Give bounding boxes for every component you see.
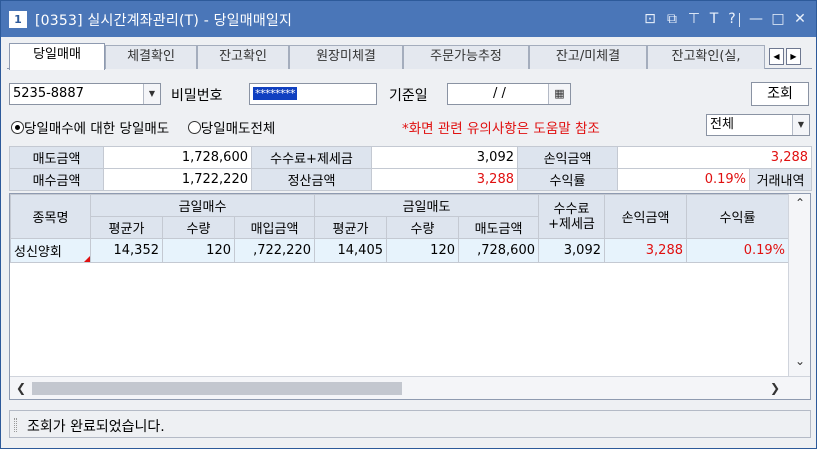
status-bar: 조회가 완료되었습니다. [9,410,811,438]
pnl-label: 손익금액 [517,146,618,169]
tab-balance-real[interactable]: 잔고확인(실, [647,45,765,69]
tab-balance-unfilled[interactable]: 잔고/미체결 [529,45,647,69]
window-number[interactable]: 1 [9,11,27,28]
cell-pnl: 3,288 [604,238,687,263]
return-value: 0.19% [617,168,750,191]
buy-amount-value: 1,722,220 [103,168,252,191]
header-buy-avg[interactable]: 평균가 [90,216,163,239]
tab-execution[interactable]: 체결확인 [105,45,197,69]
minimize-icon[interactable]: — [747,10,765,28]
chevron-down-icon[interactable]: ▼ [792,115,809,135]
header-buy-group: 금일매수 [90,194,315,217]
status-message: 조회가 완료되었습니다. [27,419,165,435]
settle-value: 3,288 [371,168,518,191]
header-sell-amount[interactable]: 매도금액 [458,216,539,239]
account-select[interactable]: 5235-8887 ▼ [9,83,161,105]
restore-icon[interactable]: ⊡ [641,10,659,28]
copy-icon[interactable]: ⧉ [663,10,681,28]
stock-name: 성신양회 [14,245,62,260]
summary-table: 매도금액 1,728,600 수수료+제세금 3,092 손익금액 3,288 … [9,146,813,191]
font-icon[interactable]: T [705,10,723,28]
search-button[interactable]: 조회 [751,82,809,106]
password-input[interactable]: ******** [249,83,377,105]
tab-order-estimate[interactable]: 주문가능추정 [403,45,529,69]
cell-buy-avg: 14,352 [90,238,163,263]
header-sell-avg[interactable]: 평균가 [314,216,387,239]
buy-amount-label: 매수금액 [9,168,104,191]
option-row: 당일매수에 대한 당일매도 당일매도전체 [11,117,275,137]
window: 1 [0353] 실시간계좌관리(T) - 당일매매일지 ⊡ ⧉ ⊤ T ? —… [0,0,817,449]
horizontal-scrollbar[interactable]: ❮ ❯ [10,376,810,399]
header-fee[interactable]: 수수료 +제세금 [538,194,605,239]
pnl-value: 3,288 [616,146,813,169]
close-icon[interactable]: ✕ [791,10,809,28]
tab-balance[interactable]: 잔고확인 [197,45,289,69]
trade-table: 종목명 금일매수 금일매도 수수료 +제세금 손익금액 수익률 평균가 수량 매… [10,194,789,263]
fee-tax-value: 3,092 [371,146,518,169]
fee-tax-label: 수수료+제세금 [251,146,372,169]
grip-icon[interactable] [14,418,17,432]
vertical-scrollbar[interactable]: ⌃ ⌄ [788,194,810,376]
tab-prev-icon[interactable]: ◀ [769,48,784,65]
cell-buy-amount: ,722,220 [234,238,315,263]
date-input[interactable]: / / ▦ [447,83,571,105]
header-pnl[interactable]: 손익금액 [604,194,687,239]
header-sell-qty[interactable]: 수량 [386,216,459,239]
account-number: 5235-8887 [13,86,84,101]
horizontal-scroll-thumb[interactable] [32,382,402,395]
radio-all-sell[interactable] [187,121,201,134]
radio-all-sell-label[interactable]: 당일매도전체 [201,121,276,137]
return-label: 수익률 [517,168,618,191]
sell-amount-value: 1,728,600 [103,146,252,169]
password-label: 비밀번호 [171,88,223,104]
warning-text: *화면 관련 유의사항은 도움말 참조 [402,121,600,137]
sell-amount-label: 매도금액 [9,146,104,169]
title-separator [739,13,740,27]
header-return[interactable]: 수익률 [686,194,789,239]
filter-value: 전체 [710,117,734,132]
title-bar[interactable]: 1 [0353] 실시간계좌관리(T) - 당일매매일지 ⊡ ⧉ ⊤ T ? —… [1,1,816,37]
table-row[interactable]: 성신양회 14,352 120 ,722,220 14,405 120 ,728… [10,238,789,263]
tab-bar: 당일매매 체결확인 잔고확인 원장미체결 주문가능추정 잔고/미체결 잔고확인(… [7,43,812,70]
corner-marker [84,256,90,262]
cell-sell-amount: ,728,600 [458,238,539,263]
chevron-down-icon[interactable]: ▼ [143,84,160,104]
cell-buy-qty: 120 [162,238,235,263]
cell-sell-qty: 120 [386,238,459,263]
date-label: 기준일 [389,88,428,104]
cell-name[interactable]: 성신양회 [10,238,91,263]
radio-same-day[interactable] [11,121,24,134]
date-value: / / [493,86,506,101]
password-value: ******** [253,87,297,100]
cell-fee: 3,092 [538,238,605,263]
header-buy-amount[interactable]: 매입금액 [234,216,315,239]
scroll-right-icon[interactable]: ❯ [770,381,780,395]
header-buy-qty[interactable]: 수량 [162,216,235,239]
scroll-down-icon[interactable]: ⌄ [795,354,805,368]
cell-return: 0.19% [686,238,789,263]
calendar-icon[interactable]: ▦ [548,84,570,104]
header-name[interactable]: 종목명 [10,194,91,239]
maximize-icon[interactable]: □ [769,10,787,28]
cell-sell-avg: 14,405 [314,238,387,263]
scroll-up-icon[interactable]: ⌃ [795,196,805,210]
tab-unfilled[interactable]: 원장미체결 [289,45,403,69]
history-button[interactable]: 거래내역 [748,168,813,191]
tab-next-icon[interactable]: ▶ [786,48,801,65]
settle-label: 정산금액 [251,168,372,191]
trade-grid[interactable]: 종목명 금일매수 금일매도 수수료 +제세금 손익금액 수익률 평균가 수량 매… [9,193,811,400]
radio-same-day-label[interactable]: 당일매수에 대한 당일매도 [24,121,169,137]
header-sell-group: 금일매도 [314,194,539,217]
window-title: [0353] 실시간계좌관리(T) - 당일매매일지 [35,13,293,29]
filter-select[interactable]: 전체 ▼ [706,114,810,136]
tab-day-trading[interactable]: 당일매매 [9,43,105,70]
scroll-left-icon[interactable]: ❮ [16,381,26,395]
pin-icon[interactable]: ⊤ [685,10,703,28]
